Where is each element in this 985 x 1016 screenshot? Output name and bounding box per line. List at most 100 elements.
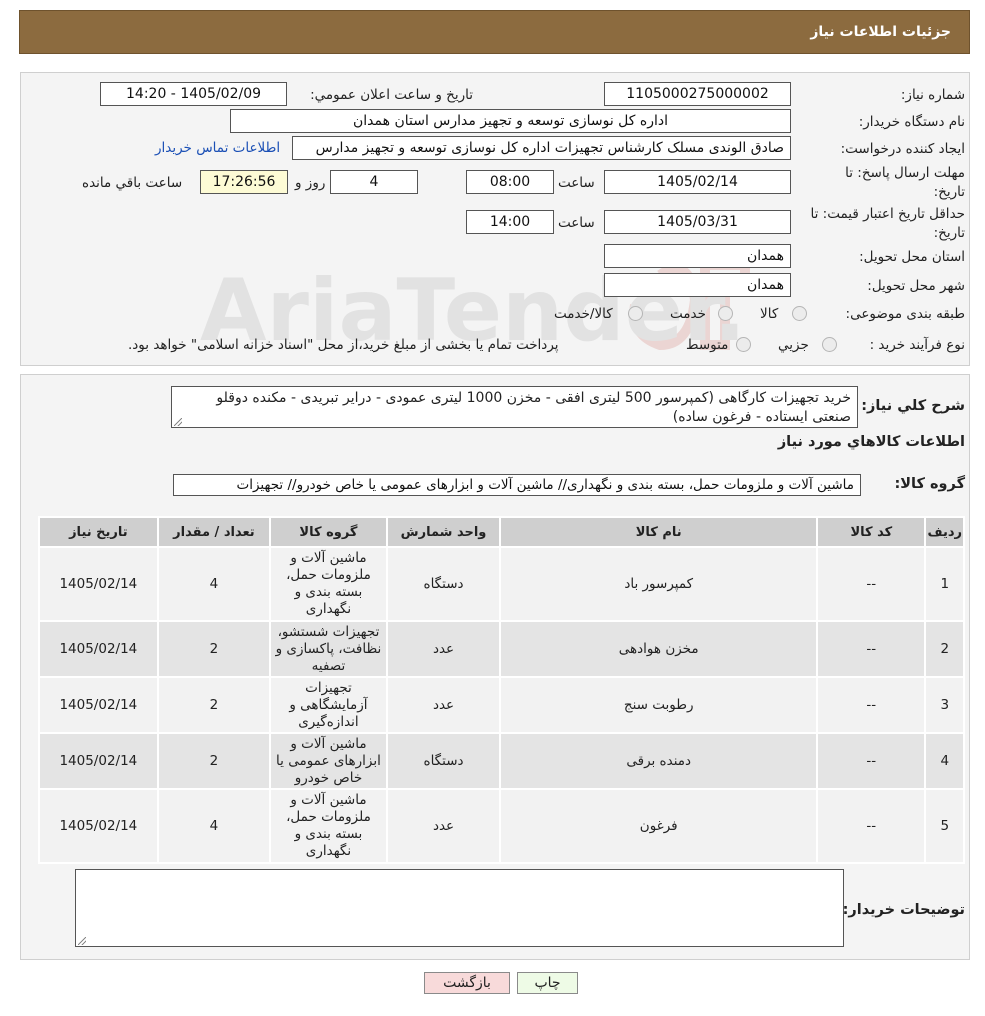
cell-qty: 4 bbox=[158, 548, 270, 620]
buyer-label: نام دستگاه خريدار: bbox=[858, 114, 965, 130]
validity-time-field: 14:00 bbox=[466, 210, 554, 234]
summary-text: خرید تجهیزات کارگاهی (کمپرسور 500 لیتری … bbox=[216, 390, 851, 425]
deadline-time-label: ساعت bbox=[558, 175, 595, 191]
cell-qty: 2 bbox=[158, 734, 270, 788]
page-title: جزئیات اطلاعات نیاز bbox=[810, 24, 951, 40]
deadline-time-field: 08:00 bbox=[466, 170, 554, 194]
cell-unit: عدد bbox=[387, 790, 500, 862]
col-code-header: کد کالا bbox=[818, 518, 925, 546]
cell-group: ماشین آلات و ابزارهای عمومی یا خاص خودرو bbox=[271, 734, 386, 788]
table-row: 2 -- مخزن هوادهی عدد تجهیزات شستشو، نظاف… bbox=[40, 622, 963, 676]
deadline-label: مهلت ارسال پاسخ: تا تاريخ: bbox=[845, 165, 965, 200]
cell-row: 4 bbox=[926, 734, 963, 788]
cell-group: ماشین آلات و ملزومات حمل، بسته بندی و نگ… bbox=[271, 548, 386, 620]
cell-qty: 2 bbox=[158, 622, 270, 676]
summary-textarea[interactable]: خرید تجهیزات کارگاهی (کمپرسور 500 لیتری … bbox=[171, 386, 858, 428]
buyer-contact-link[interactable]: اطلاعات تماس خريدار bbox=[155, 140, 280, 156]
cell-date: 1405/02/14 bbox=[40, 548, 157, 620]
col-date-header: تاريخ نياز bbox=[40, 518, 157, 546]
summary-label: شرح کلي نياز: bbox=[861, 398, 965, 414]
table-row: 4 -- دمنده برقی دستگاه ماشین آلات و ابزا… bbox=[40, 734, 963, 788]
process-medium-label: متوسط bbox=[686, 337, 729, 353]
cell-code: -- bbox=[818, 622, 925, 676]
cell-qty: 4 bbox=[158, 790, 270, 862]
cell-row: 2 bbox=[926, 622, 963, 676]
category-label: طبقه بندی موضوعی: bbox=[845, 306, 965, 322]
cell-group: تجهیزات شستشو، نظافت، پاکسازی و تصفیه bbox=[271, 622, 386, 676]
cell-row: 1 bbox=[926, 548, 963, 620]
buyer-field: اداره کل نوسازی توسعه و تجهیز مدارس استا… bbox=[230, 109, 791, 133]
province-field: همدان bbox=[604, 244, 791, 268]
cell-name: دمنده برقی bbox=[501, 734, 817, 788]
items-table: رديف کد کالا نام کالا واحد شمارش گروه کا… bbox=[38, 516, 965, 864]
process-medium-radio[interactable] bbox=[736, 337, 751, 352]
validity-date-field: 1405/03/31 bbox=[604, 210, 791, 234]
col-qty-header: تعداد / مقدار bbox=[158, 518, 270, 546]
page-header: جزئیات اطلاعات نیاز bbox=[19, 10, 970, 54]
announce-label: تاريخ و ساعت اعلان عمومي: bbox=[310, 87, 473, 103]
days-label: روز و bbox=[295, 175, 326, 191]
province-label: استان محل تحويل: bbox=[859, 249, 965, 265]
table-row: 3 -- رطوبت سنج عدد تجهیزات آزمایشگاهی و … bbox=[40, 678, 963, 732]
city-label: شهر محل تحويل: bbox=[867, 278, 965, 294]
print-button[interactable]: چاپ bbox=[517, 972, 578, 994]
cell-unit: عدد bbox=[387, 622, 500, 676]
cell-row: 5 bbox=[926, 790, 963, 862]
category-service-label: خدمت bbox=[670, 306, 706, 322]
col-name-header: نام کالا bbox=[501, 518, 817, 546]
cell-date: 1405/02/14 bbox=[40, 678, 157, 732]
cell-date: 1405/02/14 bbox=[40, 790, 157, 862]
cell-unit: عدد bbox=[387, 678, 500, 732]
cell-code: -- bbox=[818, 790, 925, 862]
deadline-date-field: 1405/02/14 bbox=[604, 170, 791, 194]
group-field: ماشین آلات و ملزومات حمل، بسته بندی و نگ… bbox=[173, 474, 861, 496]
table-row: 5 -- فرغون عدد ماشین آلات و ملزومات حمل،… bbox=[40, 790, 963, 862]
cell-date: 1405/02/14 bbox=[40, 734, 157, 788]
group-label: گروه کالا: bbox=[894, 476, 965, 492]
table-row: 1 -- کمپرسور باد دستگاه ماشین آلات و ملز… bbox=[40, 548, 963, 620]
process-label: نوع فرآيند خريد : bbox=[869, 337, 965, 353]
category-goods-radio[interactable] bbox=[792, 306, 807, 321]
process-note: پرداخت تمام یا بخشی از مبلغ خرید،از محل … bbox=[128, 337, 559, 353]
cell-code: -- bbox=[818, 548, 925, 620]
cell-name: رطوبت سنج bbox=[501, 678, 817, 732]
remaining-label: ساعت باقي مانده bbox=[82, 175, 183, 191]
process-minor-radio[interactable] bbox=[822, 337, 837, 352]
cell-code: -- bbox=[818, 734, 925, 788]
days-field: 4 bbox=[330, 170, 418, 194]
validity-time-label: ساعت bbox=[558, 215, 595, 231]
process-minor-label: جزيي bbox=[778, 337, 809, 353]
table-header-row: رديف کد کالا نام کالا واحد شمارش گروه کا… bbox=[40, 518, 963, 546]
back-button[interactable]: بازگشت bbox=[424, 972, 510, 994]
col-unit-header: واحد شمارش bbox=[387, 518, 500, 546]
category-service-radio[interactable] bbox=[718, 306, 733, 321]
need-number-label: شماره نیاز: bbox=[900, 87, 965, 103]
cell-name: فرغون bbox=[501, 790, 817, 862]
col-row-header: رديف bbox=[926, 518, 963, 546]
cell-code: -- bbox=[818, 678, 925, 732]
category-goods-service-label: کالا/خدمت bbox=[554, 306, 613, 322]
remaining-time-field: 17:26:56 bbox=[200, 170, 288, 194]
cell-row: 3 bbox=[926, 678, 963, 732]
validity-label: حداقل تاريخ اعتبار قيمت: تا تاريخ: bbox=[810, 206, 965, 241]
cell-qty: 2 bbox=[158, 678, 270, 732]
city-field: همدان bbox=[604, 273, 791, 297]
resize-grip-icon[interactable] bbox=[174, 418, 182, 426]
resize-grip-icon[interactable] bbox=[78, 937, 86, 945]
category-goods-label: کالا bbox=[760, 306, 779, 322]
cell-group: تجهیزات آزمایشگاهی و اندازه‌گیری bbox=[271, 678, 386, 732]
creator-field: صادق الوندی مسلک کارشناس تجهیزات اداره ک… bbox=[292, 136, 791, 160]
goods-info-title: اطلاعات کالاهاي مورد نياز bbox=[777, 434, 965, 450]
buyer-notes-label: توضيحات خريدار: bbox=[842, 902, 965, 918]
cell-date: 1405/02/14 bbox=[40, 622, 157, 676]
creator-label: ايجاد کننده درخواست: bbox=[840, 141, 965, 157]
buyer-notes-textarea[interactable] bbox=[75, 869, 844, 947]
col-group-header: گروه کالا bbox=[271, 518, 386, 546]
cell-name: مخزن هوادهی bbox=[501, 622, 817, 676]
cell-unit: دستگاه bbox=[387, 734, 500, 788]
cell-unit: دستگاه bbox=[387, 548, 500, 620]
cell-name: کمپرسور باد bbox=[501, 548, 817, 620]
need-number-field: 1105000275000002 bbox=[604, 82, 791, 106]
cell-group: ماشین آلات و ملزومات حمل، بسته بندی و نگ… bbox=[271, 790, 386, 862]
category-goods-service-radio[interactable] bbox=[628, 306, 643, 321]
